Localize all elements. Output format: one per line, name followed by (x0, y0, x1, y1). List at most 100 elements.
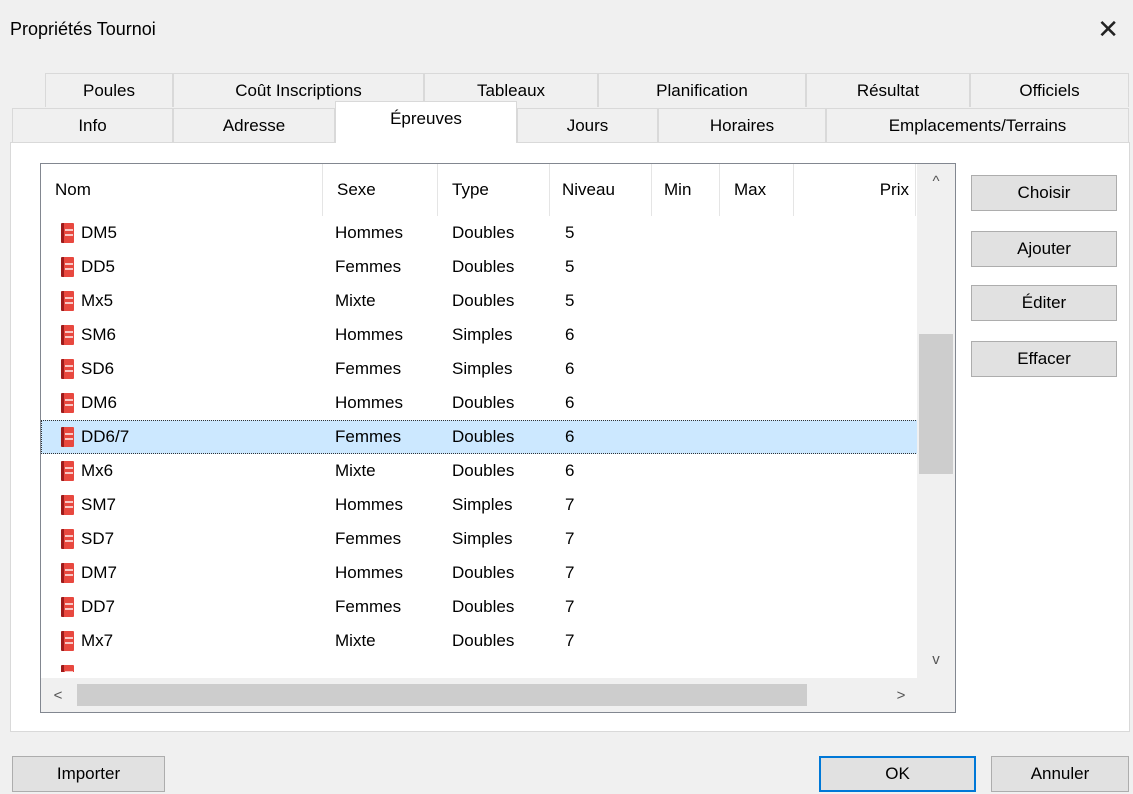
cell-niveau: 7 (565, 563, 575, 582)
tab-poules[interactable]: Poules (45, 73, 173, 107)
cell-nom: SD7 (81, 529, 115, 548)
ok-button[interactable]: OK (819, 756, 976, 792)
list-item[interactable]: DM5 Hommes Doubles 5 (41, 216, 918, 250)
tab-horaires[interactable]: Horaires (658, 108, 826, 142)
tab-planification[interactable]: Planification (598, 73, 806, 107)
scroll-down-icon[interactable]: v (917, 642, 955, 676)
tab-adresse[interactable]: Adresse (173, 108, 335, 142)
cell-sexe: Femmes (335, 597, 402, 616)
cell-sexe: Hommes (335, 325, 404, 344)
cell-type: Simples (452, 495, 513, 514)
column-type[interactable]: Type (438, 164, 550, 216)
cell-type: Doubles (452, 257, 515, 276)
list-item[interactable]: Mx7 Mixte Doubles 7 (41, 624, 918, 658)
list-item[interactable]: Mx6 Mixte Doubles 6 (41, 454, 918, 488)
list-item-selected[interactable]: DD6/7 Femmes Doubles 6 (41, 420, 918, 454)
column-sexe[interactable]: Sexe (323, 164, 438, 216)
cell-sexe: Mixte (335, 291, 376, 310)
event-book-icon (61, 325, 74, 345)
cell-type: Doubles (452, 597, 515, 616)
column-niveau[interactable]: Niveau (550, 164, 652, 216)
cell-nom: SM6 (81, 325, 116, 344)
tab-info[interactable]: Info (12, 108, 173, 142)
event-book-icon (61, 223, 74, 243)
ajouter-button[interactable]: Ajouter (971, 231, 1117, 267)
cell-sexe: Hommes (335, 563, 404, 582)
event-book-icon (61, 631, 74, 651)
list-item-partial[interactable] (41, 658, 918, 672)
tab-officiels[interactable]: Officiels (970, 73, 1129, 107)
horizontal-scroll-thumb[interactable] (77, 684, 807, 706)
list-item[interactable]: SD6 Femmes Simples 6 (41, 352, 918, 386)
cell-nom: SM7 (81, 495, 116, 514)
events-list[interactable]: Nom Sexe Type Niveau Min Max Prix DM5 Ho… (40, 163, 956, 713)
cell-sexe: Hommes (335, 223, 404, 242)
tab-resultat[interactable]: Résultat (806, 73, 970, 107)
list-item[interactable]: SM7 Hommes Simples 7 (41, 488, 918, 522)
cell-nom: SD6 (81, 359, 115, 378)
tab-jours[interactable]: Jours (517, 108, 658, 142)
import-button[interactable]: Importer (12, 756, 165, 792)
list-header: Nom Sexe Type Niveau Min Max Prix (41, 164, 918, 216)
column-max[interactable]: Max (720, 164, 794, 216)
tab-emplacements-terrains[interactable]: Emplacements/Terrains (826, 108, 1129, 142)
cell-type: Doubles (452, 393, 515, 412)
cell-nom: DD6/7 (81, 427, 130, 446)
choisir-button[interactable]: Choisir (971, 175, 1117, 211)
vertical-scrollbar[interactable]: ^ v (917, 164, 955, 679)
column-min[interactable]: Min (652, 164, 720, 216)
editer-button[interactable]: Éditer (971, 285, 1117, 321)
scroll-up-icon[interactable]: ^ (917, 164, 955, 198)
cell-type: Doubles (452, 291, 515, 310)
cell-type: Doubles (452, 427, 515, 446)
cell-type: Simples (452, 325, 513, 344)
list-item[interactable]: DD7 Femmes Doubles 7 (41, 590, 918, 624)
event-book-icon (61, 359, 74, 379)
column-prix[interactable]: Prix (794, 164, 916, 216)
scroll-corner (917, 678, 955, 712)
cell-nom: Mx6 (81, 461, 114, 480)
event-book-icon (61, 665, 74, 672)
list-item[interactable]: DM6 Hommes Doubles 6 (41, 386, 918, 420)
cell-sexe: Femmes (335, 529, 402, 548)
event-book-icon (61, 529, 74, 549)
cell-nom: DD5 (81, 257, 116, 276)
event-book-icon (61, 495, 74, 515)
list-item[interactable]: SD7 Femmes Simples 7 (41, 522, 918, 556)
cell-sexe: Hommes (335, 495, 404, 514)
effacer-button[interactable]: Effacer (971, 341, 1117, 377)
list-item[interactable]: DD5 Femmes Doubles 5 (41, 250, 918, 284)
cell-type: Doubles (452, 461, 515, 480)
list-item[interactable]: SM6 Hommes Simples 6 (41, 318, 918, 352)
event-book-icon (61, 427, 74, 447)
cell-type: Simples (452, 529, 513, 548)
list-item[interactable]: Mx5 Mixte Doubles 5 (41, 284, 918, 318)
cell-nom: DM6 (81, 393, 117, 412)
cell-sexe: Mixte (335, 461, 376, 480)
cancel-button[interactable]: Annuler (991, 756, 1129, 792)
close-icon[interactable]: ✕ (1097, 16, 1119, 42)
cell-nom: DD7 (81, 597, 116, 616)
cell-type: Doubles (452, 631, 515, 650)
cell-niveau: 7 (565, 495, 575, 514)
horizontal-scrollbar[interactable]: < > (41, 678, 918, 712)
scroll-left-icon[interactable]: < (41, 678, 75, 712)
cell-niveau: 7 (565, 529, 575, 548)
event-book-icon (61, 257, 74, 277)
scroll-right-icon[interactable]: > (884, 678, 918, 712)
event-book-icon (61, 461, 74, 481)
cell-niveau: 6 (565, 427, 575, 446)
cell-type: Doubles (452, 563, 515, 582)
cell-type: Doubles (452, 223, 515, 242)
column-nom[interactable]: Nom (41, 164, 323, 216)
tab-epreuves[interactable]: Épreuves (335, 101, 517, 143)
cell-sexe: Femmes (335, 427, 402, 446)
cell-niveau: 5 (565, 223, 575, 242)
cell-nom: Mx7 (81, 631, 114, 650)
cell-niveau: 6 (565, 359, 575, 378)
cell-niveau: 6 (565, 461, 575, 480)
vertical-scroll-thumb[interactable] (919, 334, 953, 474)
dialog-title: Propriétés Tournoi (10, 19, 156, 39)
cell-niveau: 7 (565, 631, 575, 650)
list-item[interactable]: DM7 Hommes Doubles 7 (41, 556, 918, 590)
